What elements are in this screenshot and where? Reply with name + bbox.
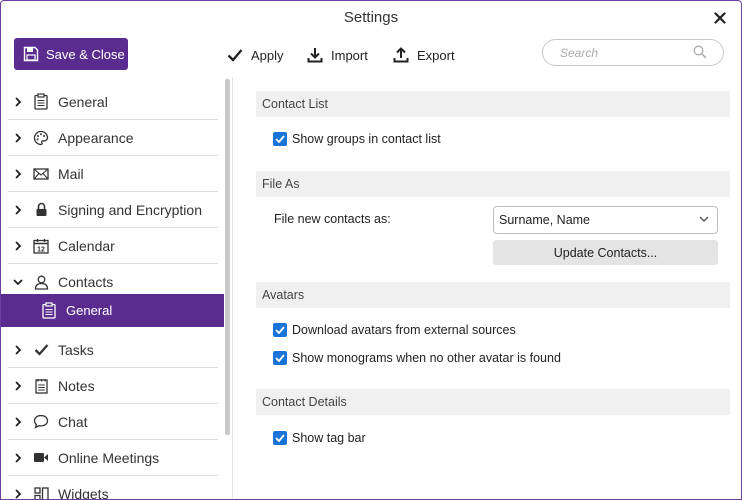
file-as-label: File new contacts as:: [274, 212, 391, 226]
palette-icon: [32, 129, 50, 147]
checkmark-icon: [227, 49, 243, 62]
show-tag-bar-label: Show tag bar: [292, 431, 366, 445]
section-header-avatars: Avatars: [256, 282, 730, 308]
import-button[interactable]: Import: [307, 43, 368, 67]
checkmark-icon: [32, 341, 50, 359]
sidebar-item-label: Contacts: [58, 274, 114, 290]
chevron-right-icon[interactable]: [9, 416, 27, 427]
chevron-right-icon[interactable]: [9, 380, 27, 391]
sidebar-item-label: Calendar: [58, 237, 115, 254]
show-tag-bar-checkbox-row[interactable]: Show tag bar: [273, 431, 366, 445]
apply-button[interactable]: Apply: [227, 43, 284, 67]
sidebar: General Appearance Mail Signing and Encr…: [1, 77, 233, 500]
sidebar-item-calendar[interactable]: 12 Calendar: [8, 228, 218, 264]
lock-icon: [32, 201, 50, 219]
sidebar-item-widgets[interactable]: Widgets: [8, 476, 218, 500]
sidebar-item-label: Online Meetings: [58, 449, 160, 466]
apply-label: Apply: [251, 47, 284, 63]
checkbox-check-icon: [275, 434, 285, 442]
widgets-icon: [32, 485, 50, 499]
speech-bubble-icon: [32, 413, 50, 431]
sidebar-item-mail[interactable]: Mail: [8, 156, 218, 192]
sidebar-scrollbar[interactable]: [225, 79, 230, 435]
save-close-button[interactable]: Save & Close: [14, 38, 128, 70]
sidebar-item-label: Mail: [58, 165, 84, 182]
file-as-select-value: Surname, Name: [499, 213, 591, 227]
export-label: Export: [417, 47, 455, 63]
sidebar-item-online-meetings[interactable]: Online Meetings: [8, 440, 218, 476]
settings-window: Settings Save & Close Apply Import Expor…: [0, 0, 742, 500]
import-label: Import: [331, 47, 368, 63]
chevron-right-icon[interactable]: [9, 452, 27, 463]
sidebar-item-appearance[interactable]: Appearance: [8, 120, 218, 156]
chevron-right-icon[interactable]: [9, 344, 27, 355]
chevron-right-icon[interactable]: [9, 240, 27, 251]
chevron-down-icon: [699, 216, 709, 222]
envelope-icon: [32, 165, 50, 183]
download-avatars-label: Download avatars from external sources: [292, 323, 516, 337]
title-bar: Settings: [1, 1, 741, 35]
sidebar-item-label: Widgets: [58, 486, 109, 500]
checkbox-check-icon: [275, 135, 285, 143]
export-button[interactable]: Export: [393, 43, 455, 67]
sidebar-item-tasks[interactable]: Tasks: [8, 332, 218, 368]
checkbox-check-icon: [275, 354, 285, 362]
video-camera-icon: [32, 449, 50, 467]
person-icon: [32, 273, 50, 291]
sidebar-item-label: General: [58, 93, 108, 110]
close-icon: [714, 12, 726, 24]
clipboard-icon: [41, 302, 57, 320]
chevron-right-icon[interactable]: [9, 96, 27, 107]
section-header-file-as: File As: [256, 171, 730, 197]
window-title: Settings: [343, 9, 399, 26]
download-avatars-checkbox-row[interactable]: Download avatars from external sources: [273, 323, 516, 337]
settings-content: Contact List Show groups in contact list…: [234, 77, 741, 499]
notepad-icon: [32, 377, 50, 395]
chevron-right-icon[interactable]: [9, 132, 27, 143]
show-monograms-label: Show monograms when no other avatar is f…: [292, 351, 561, 365]
export-icon: [393, 47, 409, 63]
chevron-down-icon[interactable]: [9, 278, 27, 286]
search-box[interactable]: [542, 39, 724, 66]
show-groups-label: Show groups in contact list: [292, 132, 441, 146]
update-contacts-button[interactable]: Update Contacts...: [493, 240, 718, 265]
checkbox-check-icon: [275, 326, 285, 334]
sidebar-item-notes[interactable]: Notes: [8, 368, 218, 404]
sidebar-subitem-label: General: [66, 303, 113, 318]
svg-text:12: 12: [37, 246, 45, 253]
show-tag-bar-checkbox[interactable]: [273, 431, 287, 445]
section-header-contact-details: Contact Details: [256, 389, 730, 415]
floppy-disk-icon: [23, 46, 39, 62]
show-groups-checkbox[interactable]: [273, 132, 287, 146]
show-monograms-checkbox[interactable]: [273, 351, 287, 365]
sidebar-item-label: Appearance: [58, 129, 134, 146]
sidebar-item-general[interactable]: General: [8, 84, 218, 120]
sidebar-item-label: Chat: [58, 413, 88, 430]
chevron-right-icon[interactable]: [9, 489, 27, 499]
close-button[interactable]: [709, 7, 731, 29]
calendar-icon: 12: [32, 237, 50, 255]
chevron-right-icon[interactable]: [9, 204, 27, 215]
sidebar-subitem-general[interactable]: General: [1, 294, 224, 327]
search-input[interactable]: [560, 45, 690, 61]
show-monograms-checkbox-row[interactable]: Show monograms when no other avatar is f…: [273, 351, 561, 365]
save-close-label: Save & Close: [46, 46, 125, 62]
toolbar: Save & Close Apply Import Export: [1, 35, 741, 75]
show-groups-checkbox-row[interactable]: Show groups in contact list: [273, 132, 441, 146]
import-icon: [307, 48, 323, 63]
file-as-select[interactable]: Surname, Name: [493, 206, 718, 234]
clipboard-icon: [32, 93, 50, 111]
sidebar-item-chat[interactable]: Chat: [8, 404, 218, 440]
search-icon[interactable]: [693, 45, 707, 59]
sidebar-item-label: Notes: [58, 377, 95, 394]
download-avatars-checkbox[interactable]: [273, 323, 287, 337]
chevron-right-icon[interactable]: [9, 168, 27, 179]
sidebar-item-label: Signing and Encryption: [58, 201, 202, 218]
sidebar-item-signing-encryption[interactable]: Signing and Encryption: [8, 192, 218, 228]
section-header-contact-list: Contact List: [256, 91, 730, 117]
sidebar-item-label: Tasks: [58, 341, 94, 358]
